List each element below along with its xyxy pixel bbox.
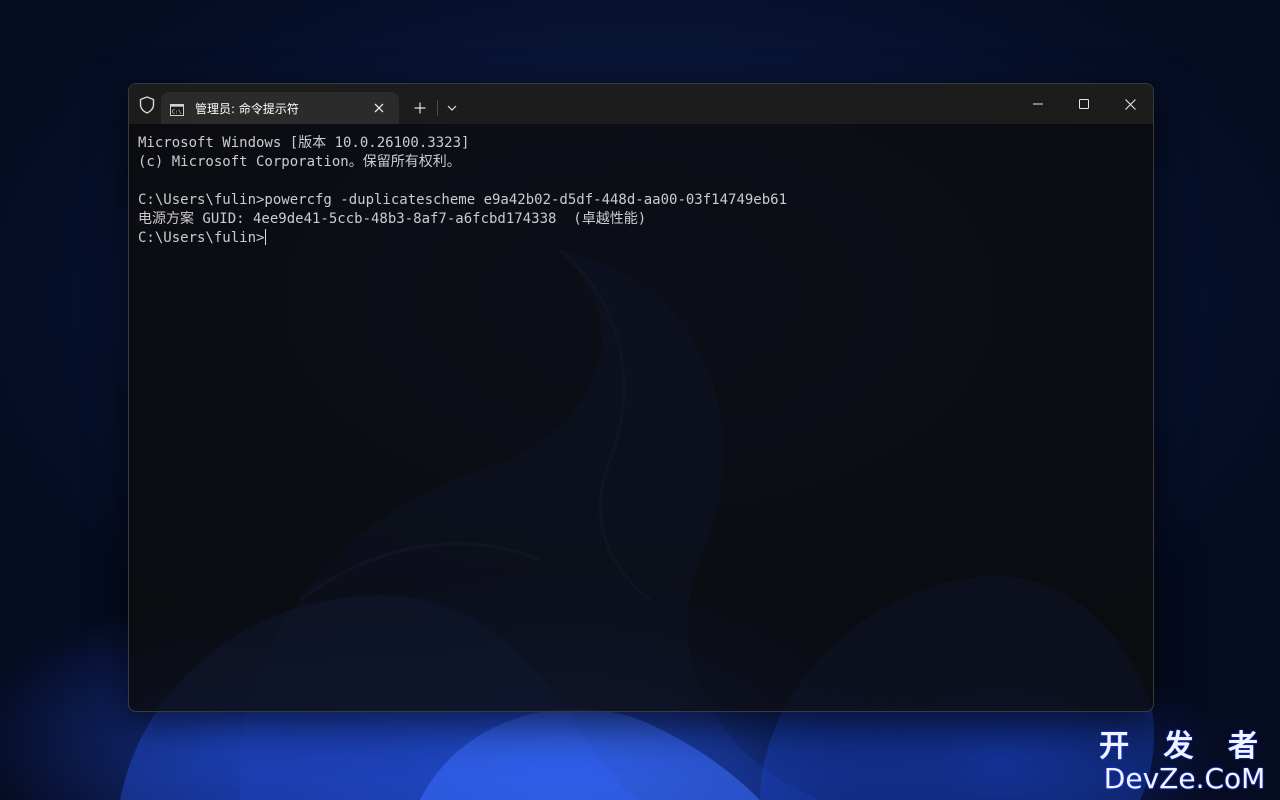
prompt-line[interactable]: C:\Users\fulin> — [138, 229, 1143, 248]
tab-close-button[interactable] — [369, 98, 389, 118]
close-icon — [1124, 98, 1136, 110]
console-line: (c) Microsoft Corporation。保留所有权利。 — [138, 154, 461, 170]
console-output[interactable]: Microsoft Windows [版本 10.0.26100.3323] (… — [138, 134, 1143, 248]
close-icon — [374, 103, 384, 113]
minimize-icon — [1033, 103, 1043, 105]
tab-command-prompt[interactable]: C:\ 管理员: 命令提示符 — [161, 92, 399, 124]
console-line: C:\Users\fulin>powercfg -duplicatescheme… — [138, 192, 788, 208]
shield-icon — [135, 94, 159, 116]
svg-text:C:\: C:\ — [172, 110, 181, 116]
console-line: Microsoft Windows [版本 10.0.26100.3323] — [138, 135, 470, 151]
close-window-button[interactable] — [1107, 84, 1153, 124]
console-line: 电源方案 GUID: 4ee9de41-5ccb-48b3-8af7-a6fcb… — [138, 211, 647, 227]
watermark-top-text: 开 发 者 — [1099, 729, 1270, 764]
terminal-window[interactable]: C:\ 管理员: 命令提示符 Microsoft Windows [版本 10.… — [128, 83, 1154, 712]
maximize-icon — [1079, 99, 1089, 109]
prompt-text: C:\Users\fulin> — [138, 230, 265, 246]
tab-title: 管理员: 命令提示符 — [195, 102, 299, 116]
plus-icon — [414, 102, 426, 114]
watermark-logo: 开 发 者 DevZe.CoM — [1099, 730, 1270, 794]
watermark-bottom-text: DevZe.CoM — [1103, 762, 1266, 795]
maximize-button[interactable] — [1061, 84, 1107, 124]
chevron-down-icon — [447, 105, 457, 111]
tab-separator — [437, 100, 438, 116]
text-cursor — [265, 229, 267, 245]
cmd-icon: C:\ — [170, 101, 184, 116]
minimize-button[interactable] — [1015, 84, 1061, 124]
tab-dropdown-button[interactable] — [441, 97, 463, 119]
new-tab-button[interactable] — [409, 97, 431, 119]
title-bar[interactable]: C:\ 管理员: 命令提示符 — [129, 84, 1153, 124]
